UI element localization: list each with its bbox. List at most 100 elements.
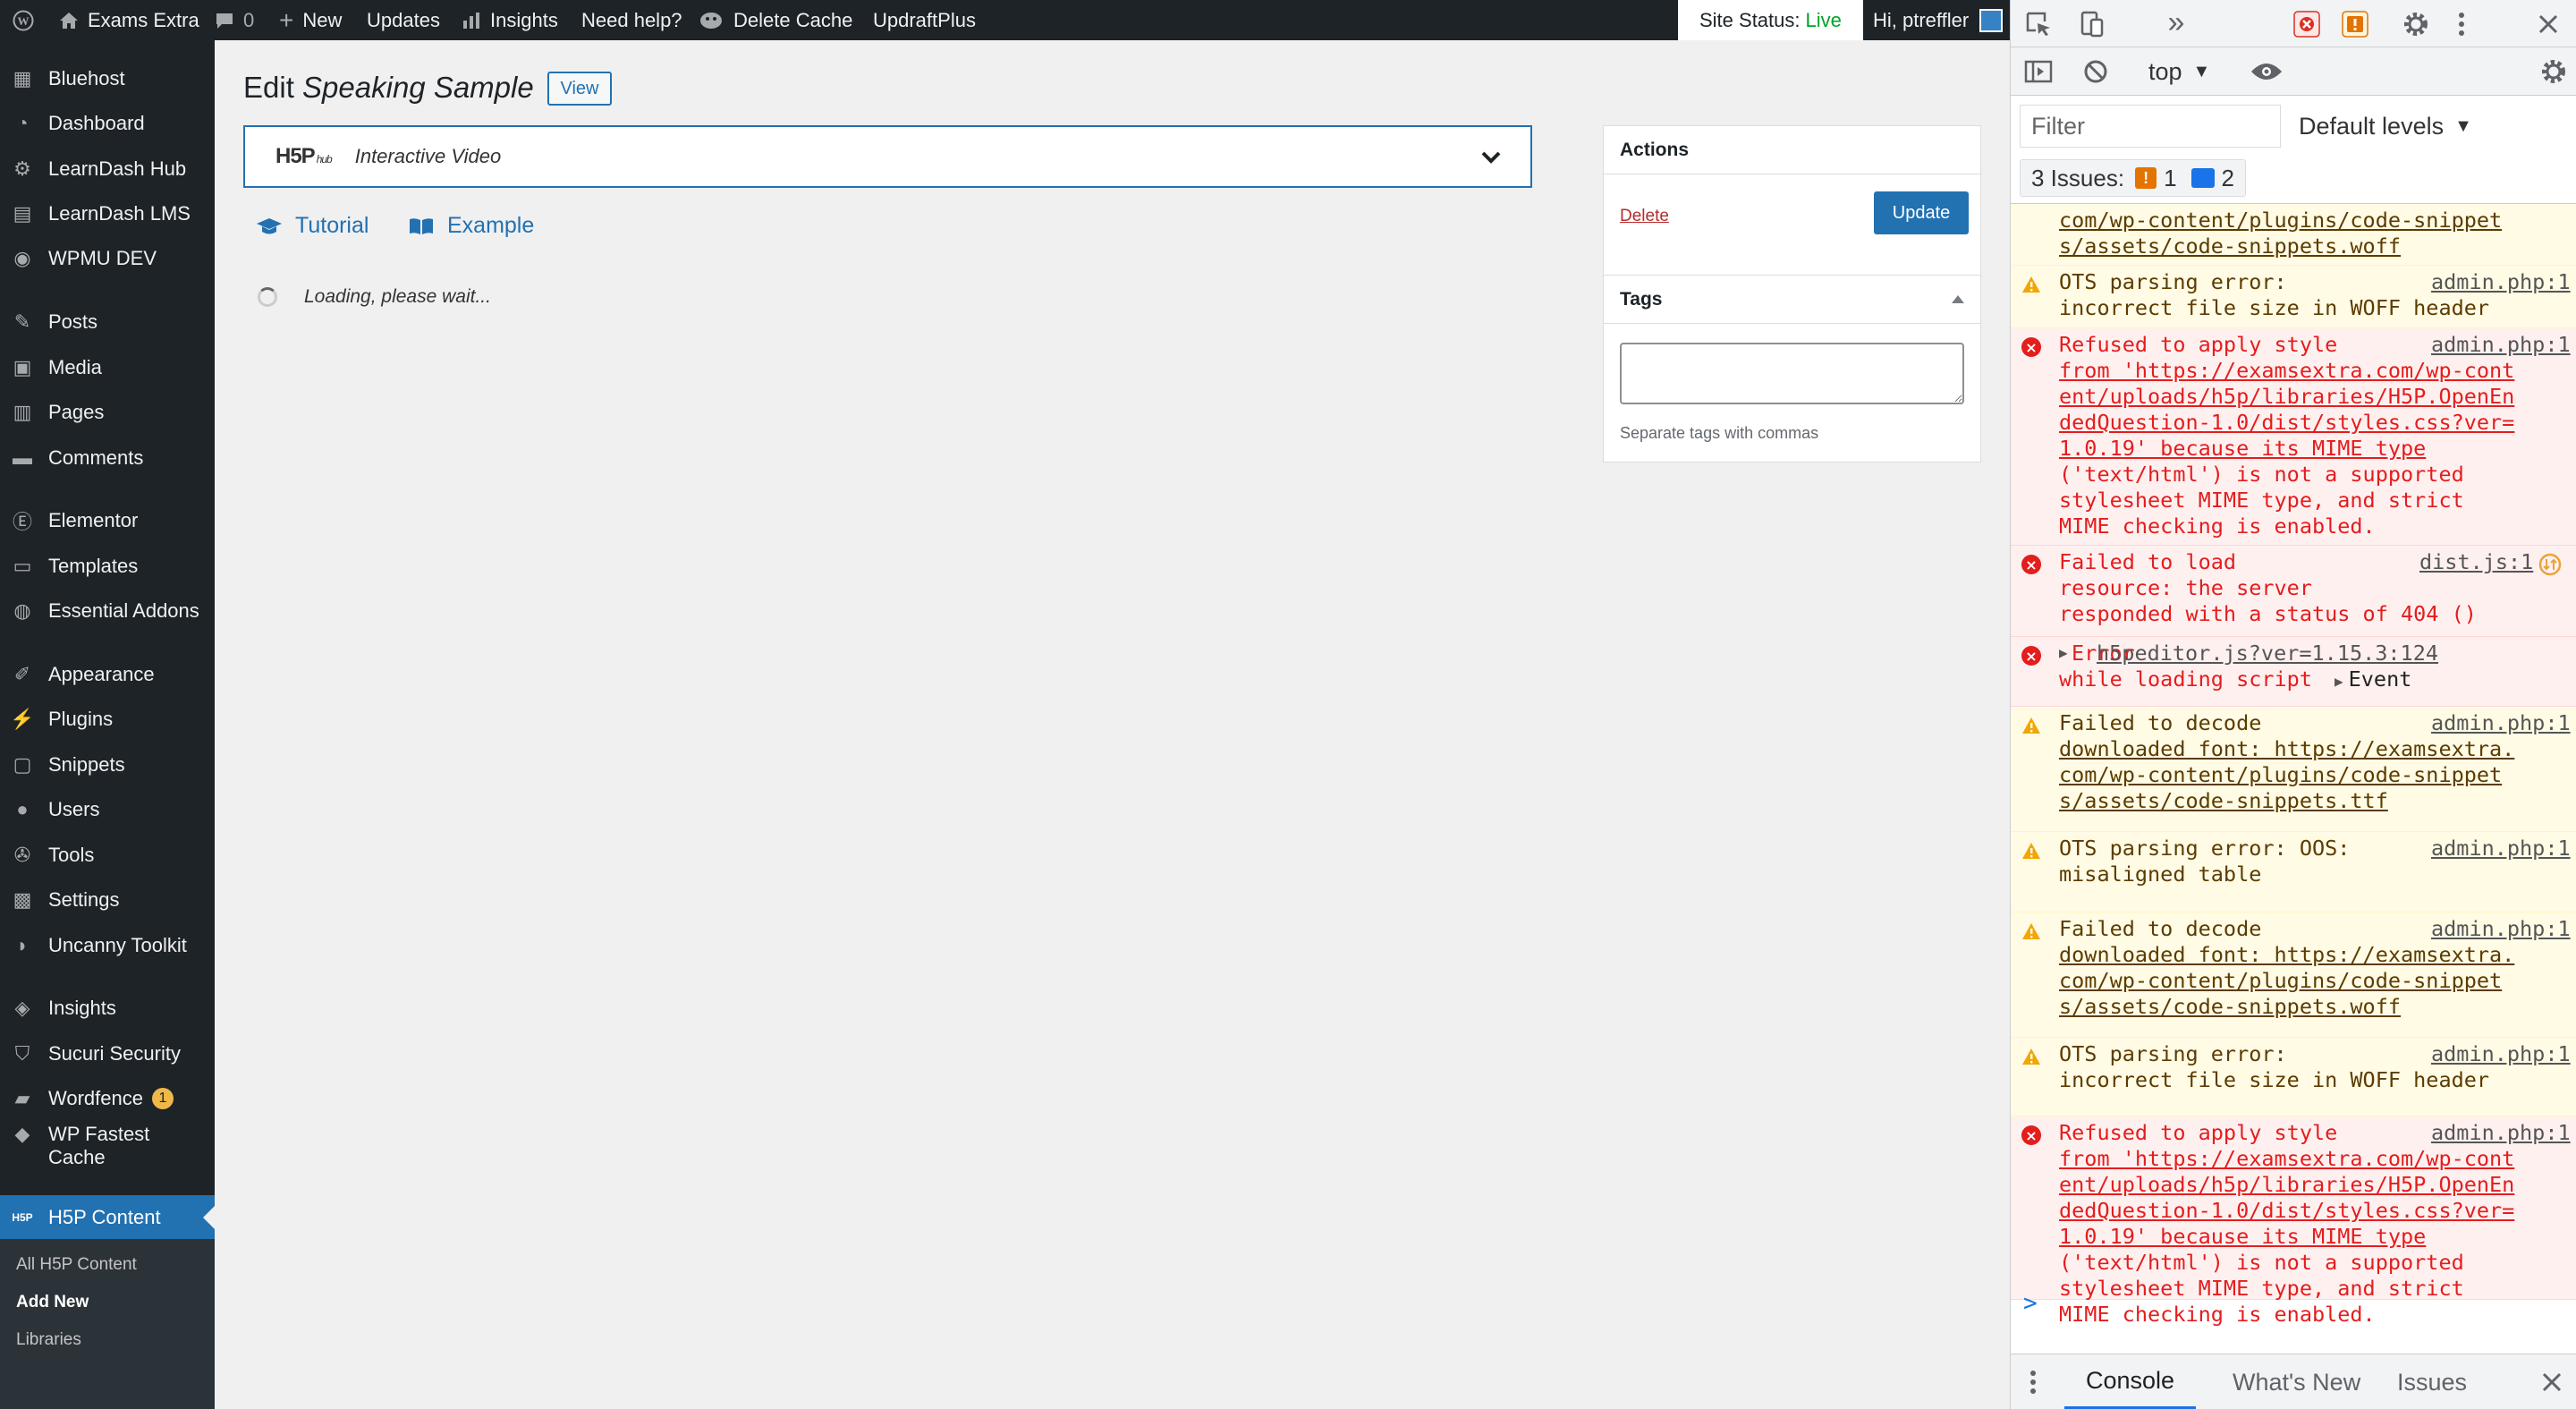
- site-status[interactable]: Site Status: Live: [1678, 0, 1863, 40]
- tags-header[interactable]: Tags: [1604, 276, 1980, 324]
- sidebar-item-tools[interactable]: ✇ Tools: [0, 833, 215, 878]
- loading-indicator: Loading, please wait...: [258, 286, 491, 308]
- drawer-menu-icon[interactable]: [2027, 1367, 2039, 1397]
- h5p-content-type-selector[interactable]: H5P hub Interactive Video: [243, 125, 1532, 188]
- delete-link[interactable]: Delete: [1620, 207, 1669, 226]
- plug-icon: ⚡: [10, 708, 35, 730]
- settings-gear-icon[interactable]: [2401, 9, 2431, 39]
- bar-chart-icon: [462, 12, 481, 30]
- message-source-link[interactable]: admin.php:1: [2431, 1041, 2571, 1067]
- event-object[interactable]: ▶ Event: [2334, 666, 2411, 694]
- submenu-libraries[interactable]: Libraries: [16, 1330, 81, 1350]
- sidebar-item-wordfence[interactable]: ▰ Wordfence 1: [0, 1076, 215, 1121]
- sidebar-item-essential-addons[interactable]: ◍ Essential Addons: [0, 589, 215, 633]
- sidebar-item-label: Insights: [48, 997, 116, 1019]
- message-source-link[interactable]: h5peditor.js?ver=1.15.3:124: [2097, 641, 2438, 666]
- sidebar-item-uncanny-toolkit[interactable]: ◗ Uncanny Toolkit: [0, 923, 215, 968]
- my-account[interactable]: Hi, ptreffler: [1873, 0, 2004, 40]
- sidebar-item-snippets[interactable]: ▢ Snippets: [0, 743, 215, 787]
- filter-bar: Filter Default levels ▼ 3 Issues: ! 1 2: [2011, 96, 2576, 204]
- delete-cache-link[interactable]: Delete Cache: [698, 0, 852, 40]
- sidebar-item-plugins[interactable]: ⚡ Plugins: [0, 697, 215, 742]
- message-line: dedQuestion-1.0/dist/styles.css?ver=: [2059, 410, 2515, 435]
- error-icon: ×: [2021, 646, 2041, 666]
- console-settings-gear-icon[interactable]: [2540, 58, 2567, 85]
- sidebar-item-dashboard[interactable]: ◔ Dashboard: [0, 101, 215, 146]
- example-link[interactable]: Example: [408, 213, 534, 239]
- sidebar-item-insights[interactable]: ◈ Insights: [0, 986, 215, 1031]
- message-source-link[interactable]: admin.php:1: [2431, 269, 2571, 295]
- wordfence-icon: ▰: [14, 1087, 30, 1109]
- tutorial-link[interactable]: Tutorial: [256, 213, 369, 239]
- issues-warn-count: 1: [2164, 164, 2177, 191]
- site-name-link[interactable]: Exams Extra: [59, 0, 199, 40]
- updates-link[interactable]: Updates: [367, 0, 440, 40]
- errors-count-icon[interactable]: [2293, 11, 2320, 38]
- sidebar-item-sucuri-security[interactable]: ⛉ Sucuri Security: [0, 1031, 215, 1076]
- kebab-menu-icon[interactable]: [2453, 9, 2470, 39]
- submenu-all-h5p-content[interactable]: All H5P Content: [16, 1255, 137, 1275]
- sidebar-item-pages[interactable]: ▥ Pages: [0, 390, 215, 435]
- sidebar-item-comments[interactable]: ▬ Comments: [0, 436, 215, 480]
- drawer-tab-console[interactable]: Console: [2064, 1354, 2197, 1409]
- message-line: misaligned table: [2059, 862, 2262, 887]
- drawer-tab-whats-new[interactable]: What's New: [2211, 1354, 2382, 1409]
- sidebar-item-bluehost[interactable]: ▦ Bluehost: [0, 56, 215, 101]
- update-button[interactable]: Update: [1874, 191, 1969, 234]
- view-button[interactable]: View: [547, 72, 612, 106]
- new-content-link[interactable]: + New: [279, 0, 342, 40]
- expand-triangle-icon[interactable]: ▶: [2059, 644, 2068, 661]
- message-source-link[interactable]: dist.js:1: [2419, 549, 2533, 575]
- updraftplus-link[interactable]: UpdraftPlus: [873, 0, 976, 40]
- sidebar-item-users[interactable]: ● Users: [0, 787, 215, 832]
- message-line: stylesheet MIME type, and strict: [2059, 488, 2464, 513]
- message-source-link[interactable]: admin.php:1: [2431, 1120, 2571, 1146]
- sidebar-item-templates[interactable]: ▭ Templates: [0, 544, 215, 589]
- sidebar-item-posts[interactable]: ✎ Posts: [0, 300, 215, 344]
- message-source-link[interactable]: admin.php:1: [2431, 836, 2571, 862]
- sidebar-item-learndash-lms[interactable]: ▤ LearnDash LMS: [0, 191, 215, 236]
- sidebar-toggle-icon[interactable]: [2023, 58, 2054, 85]
- help-link[interactable]: Need help?: [581, 0, 682, 40]
- message-source-link[interactable]: admin.php:1: [2431, 332, 2571, 358]
- levels-label: Default levels: [2299, 112, 2445, 140]
- message-source-link[interactable]: admin.php:1: [2431, 710, 2571, 736]
- close-devtools-icon[interactable]: [2533, 9, 2563, 39]
- context-selector[interactable]: top ▼: [2148, 56, 2210, 87]
- message-line: s/assets/code-snippets.woff: [2059, 994, 2402, 1019]
- chevron-down-icon[interactable]: [1479, 145, 1504, 170]
- message-line: incorrect file size in WOFF header: [2059, 1067, 2490, 1092]
- sidebar-item-elementor[interactable]: Ⓔ Elementor: [0, 498, 215, 543]
- close-drawer-icon[interactable]: [2538, 1369, 2565, 1396]
- sidebar-item-settings[interactable]: ▩ Settings: [0, 878, 215, 922]
- clear-console-icon[interactable]: [2082, 58, 2109, 85]
- network-request-icon[interactable]: [2538, 553, 2562, 581]
- drawer-tab-issues[interactable]: Issues: [2376, 1354, 2488, 1409]
- device-toolbar-icon[interactable]: [2077, 9, 2107, 39]
- message-line: s/assets/code-snippets.woff: [2059, 233, 2402, 259]
- collapse-caret-icon[interactable]: [1952, 295, 1964, 303]
- comments-link[interactable]: 0: [215, 0, 254, 40]
- more-tabs-chevron-icon[interactable]: »: [2161, 5, 2191, 39]
- inspect-element-icon[interactable]: [2023, 9, 2054, 39]
- log-levels-dropdown[interactable]: Default levels ▼: [2299, 110, 2472, 142]
- submenu-add-new[interactable]: Add New: [16, 1293, 89, 1312]
- sidebar-item-h5p-content[interactable]: H5P H5P Content: [0, 1195, 215, 1240]
- tags-input[interactable]: [1620, 343, 1964, 404]
- sidebar-item-label: Sucuri Security: [48, 1042, 181, 1065]
- warnings-count-icon[interactable]: [2342, 11, 2368, 38]
- console-prompt[interactable]: >: [2023, 1290, 2038, 1317]
- sidebar-item-learndash-hub[interactable]: ⚙ LearnDash Hub: [0, 147, 215, 191]
- sidebar-item-media[interactable]: ▣ Media: [0, 345, 215, 390]
- sidebar-item-wpmu-dev[interactable]: ◉ WPMU DEV: [0, 236, 215, 281]
- sidebar-item-appearance[interactable]: ✐ Appearance: [0, 652, 215, 697]
- sidebar-item-wp-fastest-cache[interactable]: ◆ WP Fastest Cache: [0, 1121, 215, 1171]
- issues-counter[interactable]: 3 Issues: ! 1 2: [2020, 159, 2246, 197]
- svg-text:W: W: [18, 14, 30, 28]
- insights-link[interactable]: Insights: [462, 0, 558, 40]
- console-filter-input[interactable]: Filter: [2020, 105, 2281, 148]
- message-source-link[interactable]: admin.php:1: [2431, 916, 2571, 942]
- warning-icon: [2021, 716, 2041, 735]
- wordpress-logo-icon[interactable]: W: [13, 0, 34, 40]
- live-expression-eye-icon[interactable]: [2249, 58, 2284, 85]
